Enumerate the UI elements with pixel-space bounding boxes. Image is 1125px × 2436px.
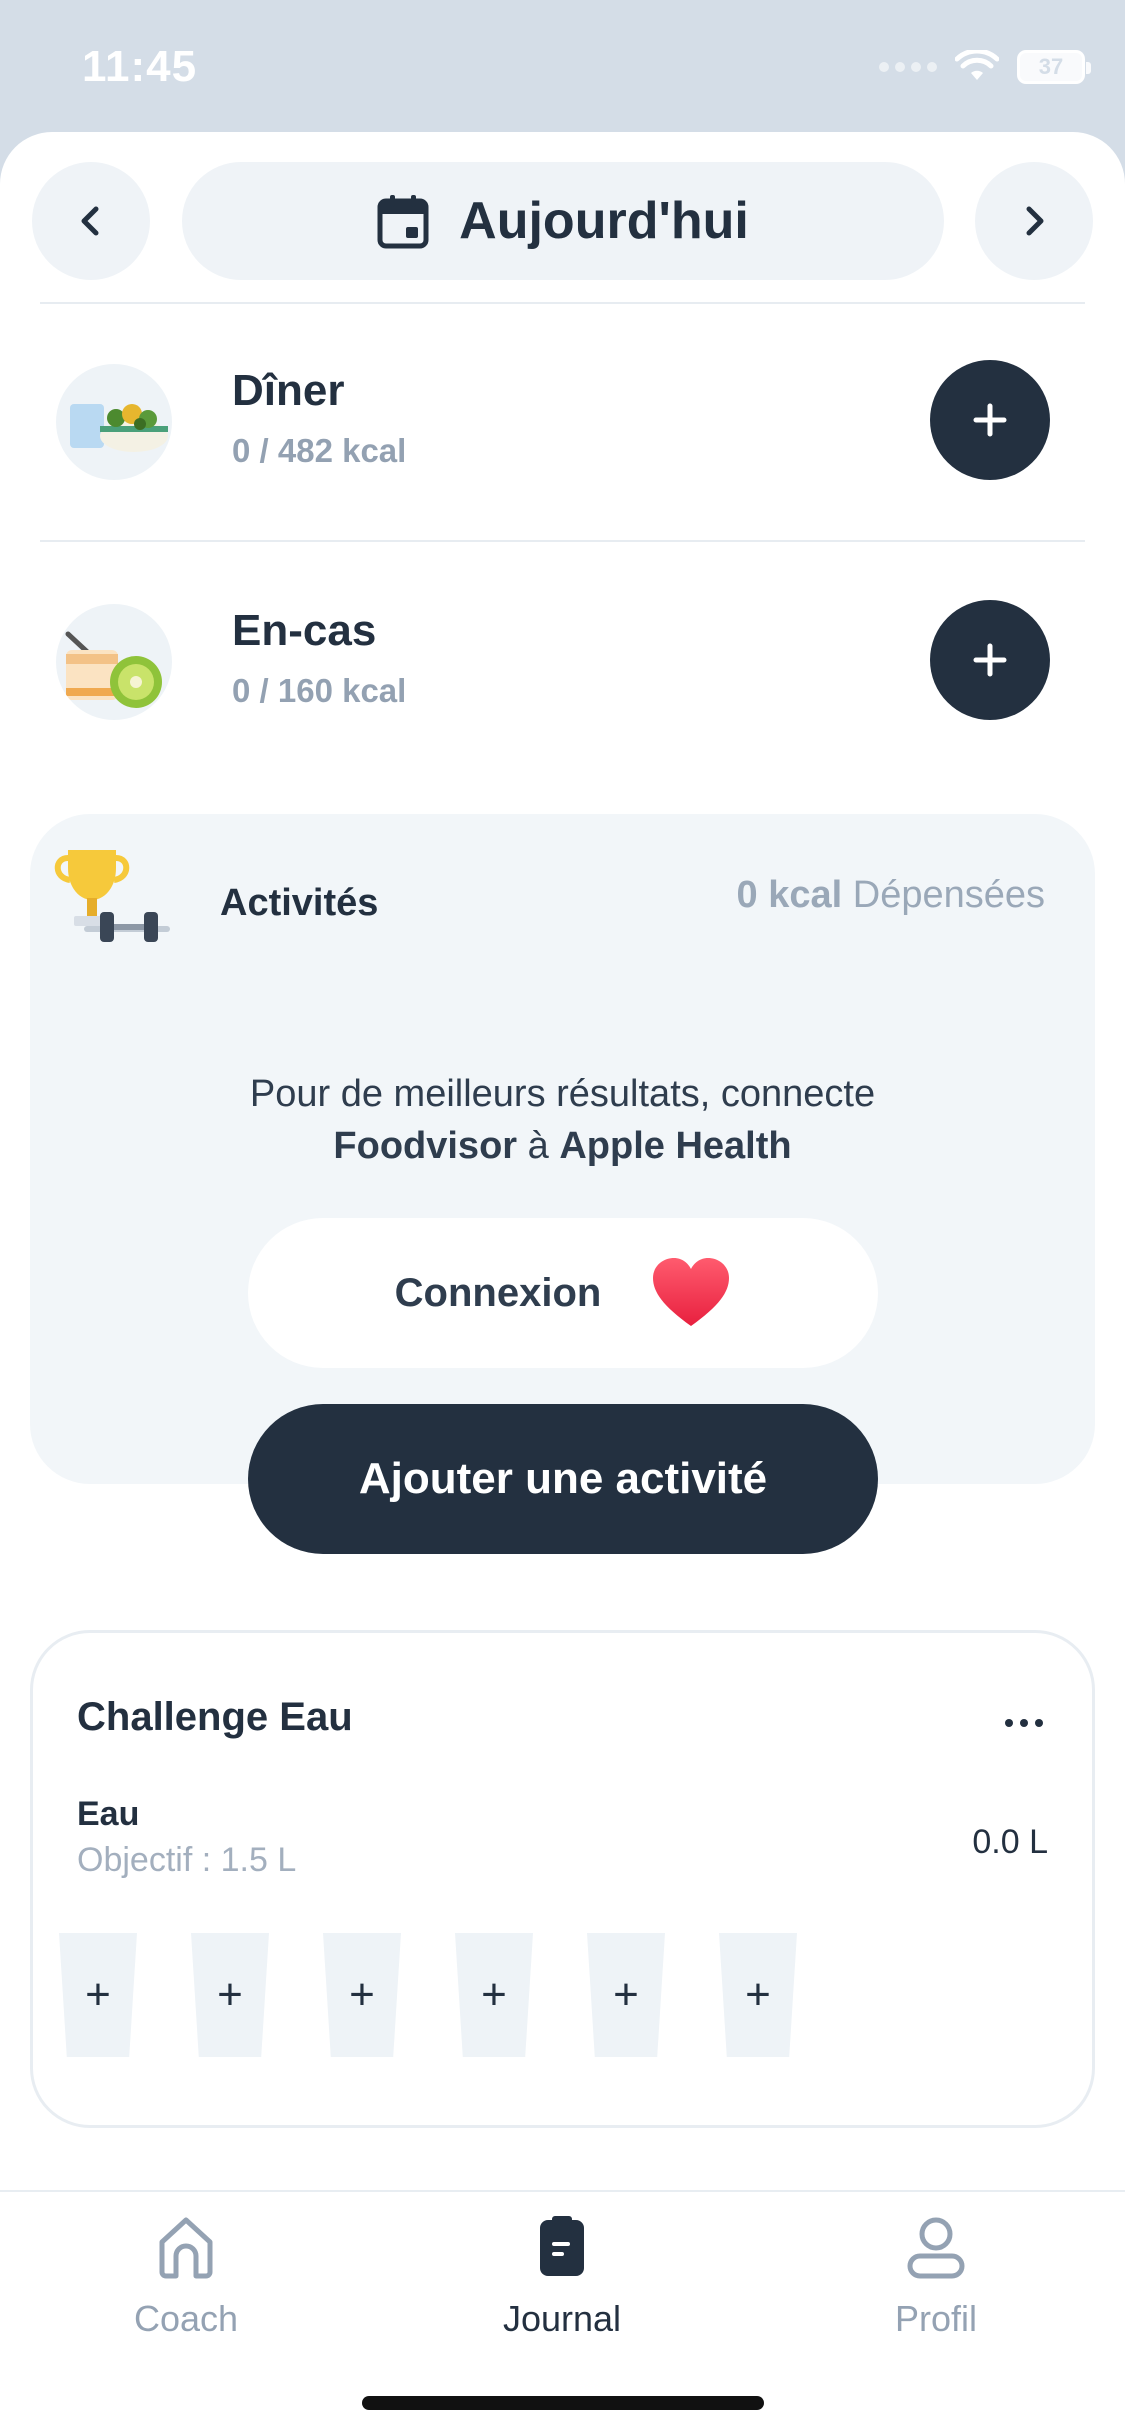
heart-icon	[653, 1258, 730, 1326]
chevron-left-icon	[81, 206, 99, 236]
meal-kcal: 0 / 482 kcal	[232, 432, 407, 469]
add-activity-button[interactable]: Ajouter une activité	[248, 1404, 878, 1554]
activities-kcal: 0 kcal Dépensées	[737, 874, 1045, 917]
status-time: 11:45	[82, 42, 198, 91]
info-line: Pour de meilleurs résultats, connecte	[249, 1073, 876, 1115]
add-glass-button[interactable]: +	[191, 1933, 269, 2057]
activities-kcal-value: 0 kcal	[736, 874, 843, 916]
meal-title: En-cas	[232, 606, 377, 655]
activities-card: Activités 0 kcal Dépensées Pour de meill…	[30, 814, 1095, 1484]
info-line-apps: Foodvisor à Apple Health	[30, 1120, 1095, 1172]
status-indicators: 37	[879, 50, 1091, 84]
connect-label: Connexion	[394, 1270, 602, 1315]
snack-kiwi-icon	[56, 604, 172, 720]
home-icon	[159, 2217, 213, 2279]
add-snack-button[interactable]	[930, 600, 1050, 720]
activities-title: Activités	[220, 882, 379, 924]
water-goal: Objectif : 1.5 L	[77, 1841, 297, 1879]
info-health-name: Apple Health	[559, 1125, 792, 1167]
trophy-dumbbell-icon	[54, 850, 170, 942]
water-challenge-title: Challenge Eau	[77, 1695, 353, 1739]
date-label: Aujourd'hui	[459, 192, 749, 250]
water-label: Eau	[77, 1795, 140, 1833]
add-glass-button[interactable]: +	[59, 1933, 137, 2057]
journal-icon	[540, 2216, 584, 2276]
tab-label: Profil	[894, 2298, 978, 2339]
add-glass-button[interactable]: +	[719, 1933, 797, 2057]
calendar-icon	[377, 195, 429, 249]
dinner-plate-icon	[56, 364, 172, 480]
date-selector[interactable]: Aujourd'hui	[182, 162, 944, 280]
divider	[40, 302, 1085, 304]
plus-icon	[973, 403, 1007, 437]
tab-profil[interactable]: Profil	[786, 2212, 1086, 2340]
activities-kcal-label: Dépensées	[852, 874, 1045, 916]
add-glass-button[interactable]: +	[323, 1933, 401, 2057]
connect-apple-health-button[interactable]: Connexion	[248, 1218, 878, 1368]
journal-sheet: Aujourd'hui Dîner 0 / 482 kcal En-cas 0 …	[0, 132, 1125, 2436]
more-options-icon[interactable]	[1005, 1719, 1043, 1727]
wifi-icon	[955, 50, 999, 80]
next-day-button[interactable]	[975, 162, 1093, 280]
apple-health-info: Pour de meilleurs résultats, connecte Fo…	[30, 1068, 1095, 1172]
tab-journal[interactable]: Journal	[412, 2212, 712, 2340]
divider	[40, 540, 1085, 542]
meal-title: Dîner	[232, 366, 345, 415]
chevron-right-icon	[1026, 206, 1044, 236]
plus-icon	[973, 643, 1007, 677]
add-dinner-button[interactable]	[930, 360, 1050, 480]
profile-icon	[907, 2217, 965, 2279]
tab-label: Coach	[133, 2298, 239, 2339]
water-challenge-card: Challenge Eau Eau Objectif : 1.5 L 0.0 L…	[30, 1630, 1095, 2128]
signal-icon	[879, 62, 937, 72]
meal-kcal: 0 / 160 kcal	[232, 672, 407, 709]
add-glass-button[interactable]: +	[587, 1933, 665, 2057]
previous-day-button[interactable]	[32, 162, 150, 280]
tab-label: Journal	[502, 2298, 622, 2339]
info-app-name: Foodvisor	[333, 1125, 518, 1167]
status-bar: 11:45 37	[0, 0, 1125, 140]
meal-row-dinner[interactable]: Dîner 0 / 482 kcal	[0, 328, 1125, 528]
battery-icon: 37	[1017, 50, 1091, 84]
tab-coach[interactable]: Coach	[36, 2212, 336, 2340]
water-value: 0.0 L	[972, 1823, 1048, 1861]
meal-row-snack[interactable]: En-cas 0 / 160 kcal	[0, 568, 1125, 768]
info-connector: à	[527, 1125, 549, 1167]
water-glasses: + + + + + +	[59, 1933, 797, 2057]
home-indicator	[362, 2396, 764, 2410]
add-glass-button[interactable]: +	[455, 1933, 533, 2057]
